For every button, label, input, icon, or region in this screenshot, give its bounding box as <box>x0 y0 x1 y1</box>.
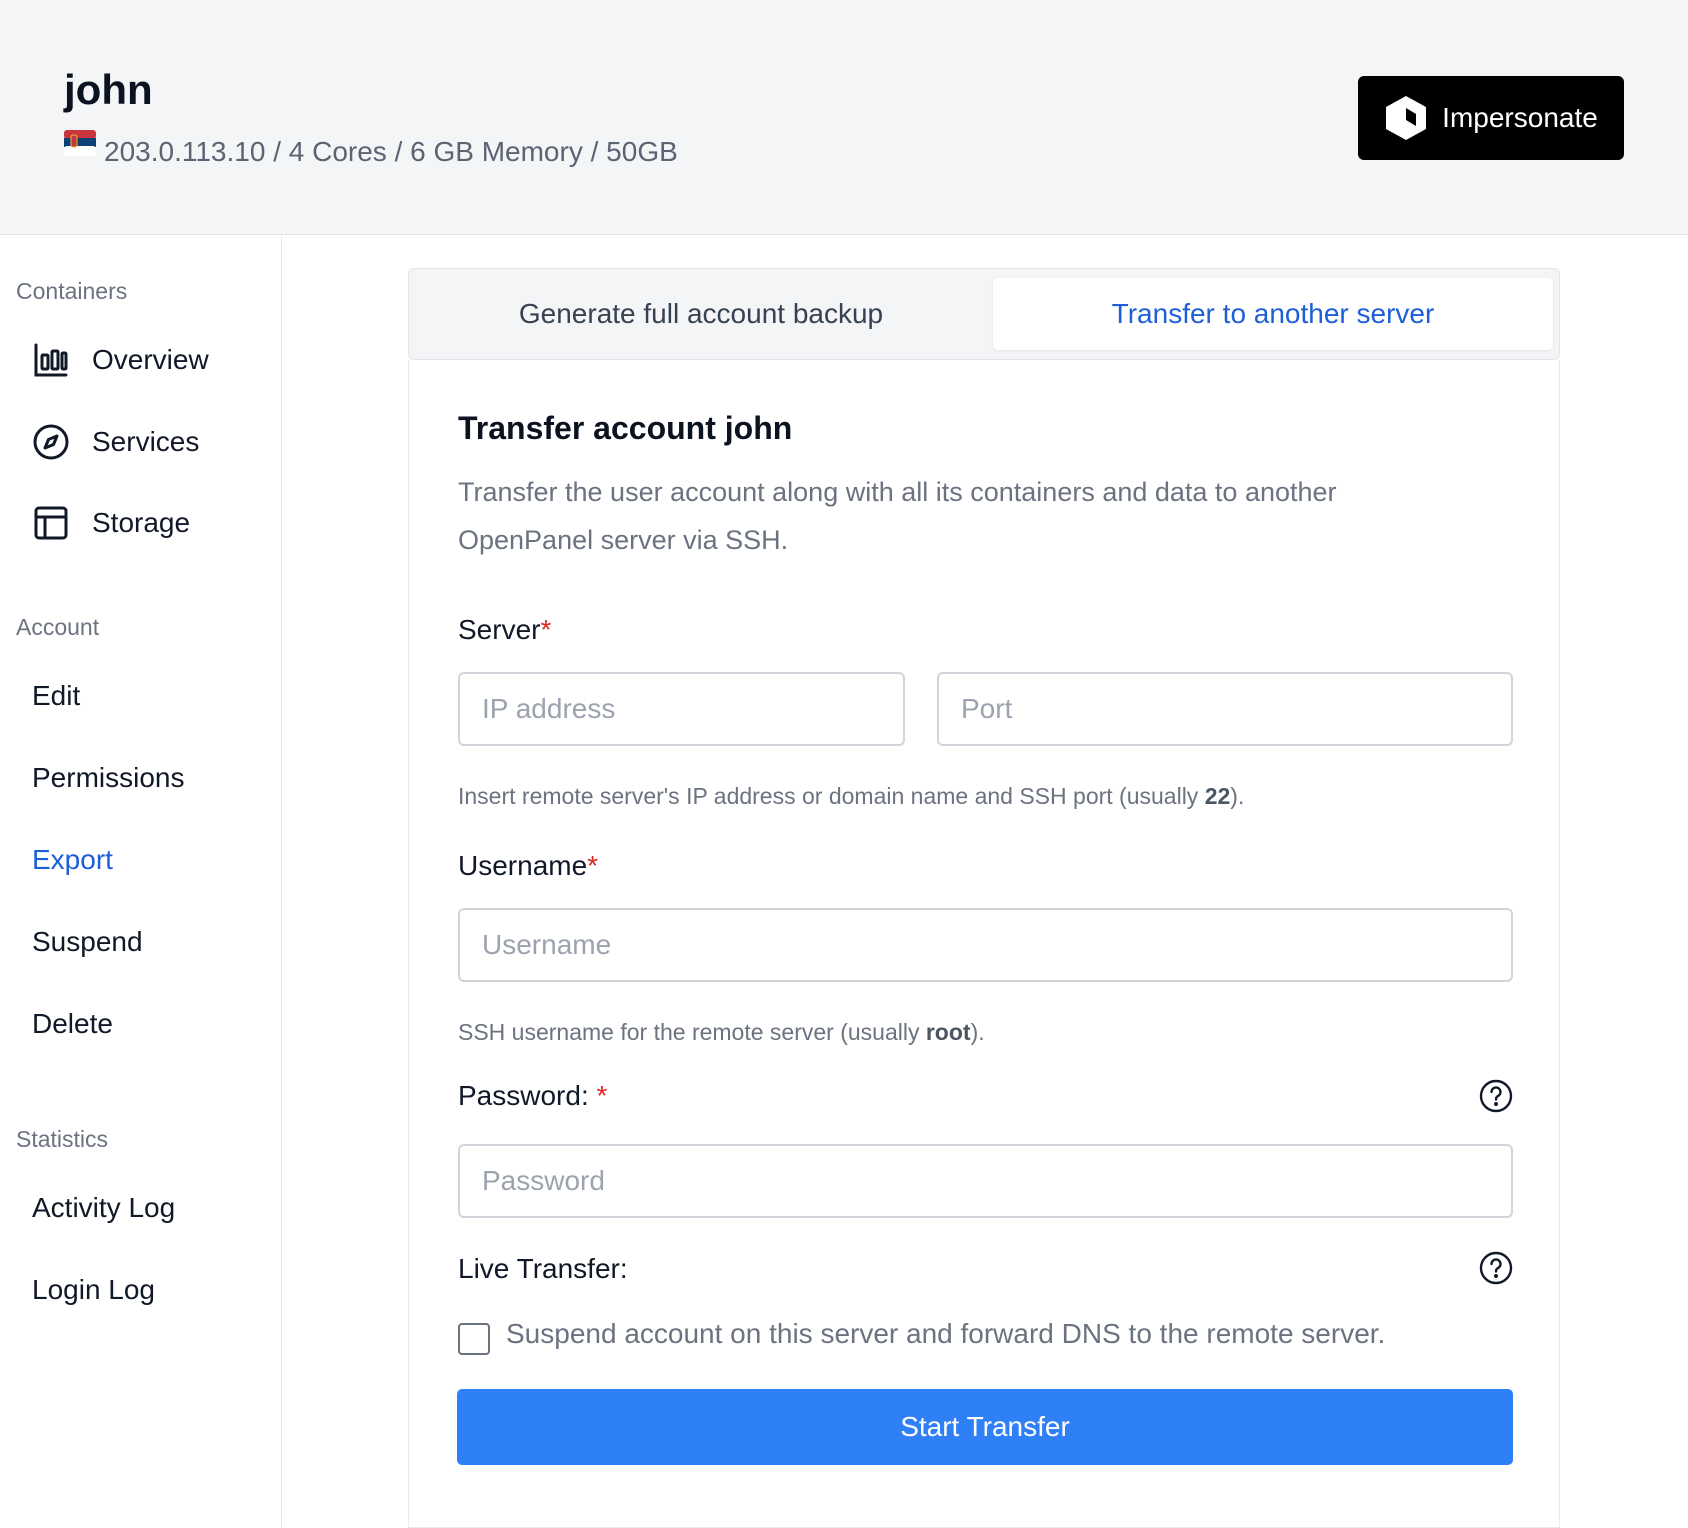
sidebar-item-label: Export <box>32 844 113 875</box>
sidebar-heading-account: Account <box>16 614 100 640</box>
sidebar-item-label: Permissions <box>32 762 185 793</box>
required-mark: * <box>587 850 599 881</box>
password-help-icon[interactable] <box>1479 1079 1513 1113</box>
account-header: john 203.0.113.10 / 4 Cores / 6 GB Memor… <box>0 0 1688 235</box>
sidebar: Containers Overview Services Storage Acc… <box>0 236 282 1528</box>
sidebar-item-export[interactable]: Export <box>32 835 113 885</box>
server-specs-text: 203.0.113.10 / 4 Cores / 6 GB Memory / 5… <box>104 136 678 167</box>
live-transfer-checkbox-label[interactable]: Suspend account on this server and forwa… <box>506 1318 1385 1350</box>
export-tabs: Generate full account backup Transfer to… <box>408 268 1560 360</box>
impersonate-button[interactable]: Impersonate <box>1358 76 1624 160</box>
tab-transfer-server[interactable]: Transfer to another server <box>993 278 1553 350</box>
username-help-root: root <box>925 1019 971 1045</box>
serbia-flag-icon <box>64 130 96 156</box>
password-label: Password: * <box>458 1080 607 1112</box>
page-title: Transfer account john <box>458 410 793 446</box>
sidebar-item-activity-log[interactable]: Activity Log <box>32 1183 175 1233</box>
sidebar-item-overview[interactable]: Overview <box>32 335 209 385</box>
port-input[interactable] <box>937 672 1513 746</box>
server-label-text: Server <box>458 614 541 645</box>
username-label: Username* <box>458 850 598 882</box>
table-icon <box>34 506 68 540</box>
password-label-text: Password: <box>458 1080 597 1111</box>
sidebar-item-label: Services <box>92 426 200 457</box>
impersonate-label: Impersonate <box>1442 102 1598 133</box>
sidebar-item-label: Edit <box>32 680 81 711</box>
username-input[interactable] <box>458 908 1513 982</box>
bar-chart-icon <box>34 343 68 377</box>
sidebar-item-suspend[interactable]: Suspend <box>32 917 143 967</box>
page-description: Transfer the user account along with all… <box>458 477 1337 555</box>
password-input[interactable] <box>458 1144 1513 1218</box>
sidebar-item-label: Suspend <box>32 926 143 957</box>
tab-generate-backup[interactable]: Generate full account backup <box>413 278 989 350</box>
sidebar-item-storage[interactable]: Storage <box>32 498 190 548</box>
username-help-text: SSH username for the remote server (usua… <box>458 1019 985 1046</box>
sidebar-item-label: Login Log <box>32 1274 156 1305</box>
username-label-text: Username <box>458 850 588 881</box>
compass-icon <box>33 424 69 460</box>
live-transfer-help-icon[interactable] <box>1479 1251 1513 1285</box>
server-help-suffix: ). <box>1230 783 1245 809</box>
username-help-prefix: SSH username for the remote server (usua… <box>458 1019 926 1045</box>
required-mark: * <box>540 614 552 645</box>
required-mark: * <box>596 1080 608 1111</box>
sidebar-item-label: Overview <box>92 344 209 375</box>
sidebar-item-services[interactable]: Services <box>32 417 199 467</box>
sidebar-heading-statistics: Statistics <box>16 1126 109 1152</box>
server-help-prefix: Insert remote server's IP address or dom… <box>458 783 1205 809</box>
start-transfer-button[interactable]: Start Transfer <box>457 1389 1513 1465</box>
transfer-card: Transfer account john Transfer the user … <box>408 360 1560 1528</box>
account-username: john <box>64 66 153 113</box>
server-help-port: 22 <box>1204 783 1231 809</box>
username-help-suffix: ). <box>970 1019 985 1045</box>
ip-address-input[interactable] <box>458 672 905 746</box>
live-transfer-label: Live Transfer: <box>458 1253 628 1284</box>
openpanel-logo-icon <box>1386 96 1427 140</box>
server-help-text: Insert remote server's IP address or dom… <box>458 783 1244 810</box>
sidebar-item-label: Activity Log <box>32 1192 176 1223</box>
sidebar-item-edit[interactable]: Edit <box>32 671 80 721</box>
sidebar-item-label: Delete <box>32 1008 113 1039</box>
live-transfer-checkbox[interactable] <box>458 1323 490 1355</box>
sidebar-item-label: Storage <box>92 507 191 538</box>
server-label: Server* <box>458 614 551 646</box>
server-specs: 203.0.113.10 / 4 Cores / 6 GB Memory / 5… <box>64 130 678 172</box>
sidebar-item-delete[interactable]: Delete <box>32 999 113 1049</box>
sidebar-heading-containers: Containers <box>16 278 128 304</box>
sidebar-item-login-log[interactable]: Login Log <box>32 1265 155 1315</box>
sidebar-item-permissions[interactable]: Permissions <box>32 753 184 803</box>
